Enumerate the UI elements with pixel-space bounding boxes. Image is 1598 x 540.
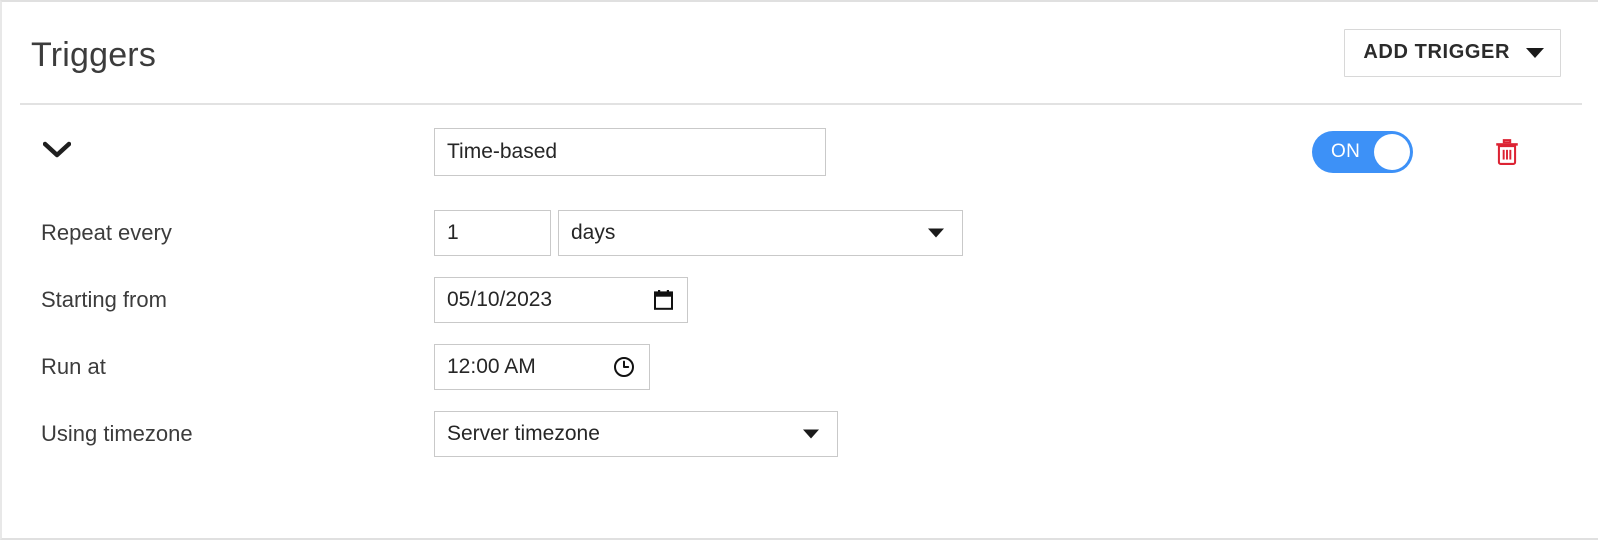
start-date-value: 05/10/2023 [447,287,553,311]
toggle-knob [1374,134,1410,170]
chevron-down-icon [928,228,944,237]
form-row-repeat-every: Repeat every days [2,199,1598,266]
clock-icon [614,356,634,377]
using-timezone-fields: Server timezone [434,410,838,457]
trigger-name-input[interactable] [434,128,826,176]
expand-collapse-toggle[interactable] [41,137,73,163]
add-trigger-button[interactable]: ADD TRIGGER [1344,28,1561,77]
run-at-time-input[interactable]: 12:00 AM [434,343,650,390]
repeat-unit-select[interactable]: days [558,209,963,256]
form-row-starting-from: Starting from 05/10/2023 [2,266,1598,333]
run-at-fields: 12:00 AM [434,343,650,390]
trigger-header-row: ON [2,103,1598,199]
using-timezone-label: Using timezone [41,420,193,446]
starting-from-fields: 05/10/2023 [434,276,688,323]
page-title: Triggers [31,35,157,74]
add-trigger-label: ADD TRIGGER [1363,41,1510,63]
toggle-state-label: ON [1331,141,1361,162]
timezone-select[interactable]: Server timezone [434,410,838,457]
run-at-label: Run at [41,353,106,379]
triggers-panel: Triggers ADD TRIGGER ON [0,0,1598,540]
repeat-every-fields: days [434,209,963,256]
start-date-input[interactable]: 05/10/2023 [434,276,688,323]
chevron-down-icon [1526,47,1544,58]
trash-icon [1496,139,1518,165]
trigger-form: Repeat every days Starting from 05/10/20… [2,199,1598,467]
run-at-time-value: 12:00 AM [447,354,536,378]
panel-header: Triggers ADD TRIGGER [2,2,1598,103]
repeat-interval-input[interactable] [434,209,551,256]
timezone-value: Server timezone [447,421,600,445]
repeat-every-label: Repeat every [41,219,172,245]
form-row-using-timezone: Using timezone Server timezone [2,400,1598,467]
repeat-unit-value: days [571,220,616,244]
calendar-icon [654,289,673,310]
chevron-down-icon [43,141,71,158]
form-row-run-at: Run at 12:00 AM [2,333,1598,400]
starting-from-label: Starting from [41,286,167,312]
chevron-down-icon [803,429,819,438]
delete-trigger-button[interactable] [1489,134,1525,170]
trigger-enabled-toggle[interactable]: ON [1312,131,1413,173]
time-picker-button[interactable] [613,356,635,378]
calendar-picker-button[interactable] [654,289,673,310]
